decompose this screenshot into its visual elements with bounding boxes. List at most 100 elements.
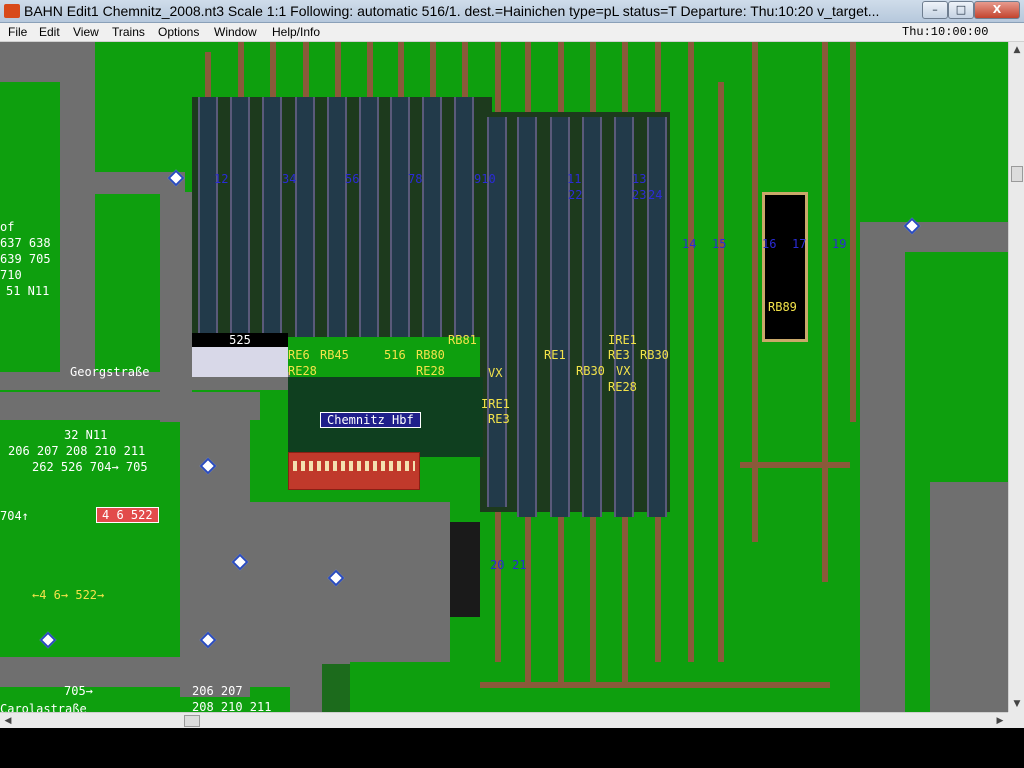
train-label-vx[interactable]: VX	[616, 364, 630, 378]
street-label-georgstrasse: Georgstraße	[70, 365, 150, 379]
menu-help-info[interactable]: Help/Info	[272, 25, 320, 39]
track-number: 34	[282, 172, 297, 186]
window-title-bar[interactable]: BAHN Edit1 Chemnitz_2008.nt3 Scale 1:1 F…	[0, 0, 1024, 23]
stop-icon[interactable]	[39, 631, 57, 649]
bus-lines-label: 51 N11	[6, 284, 50, 298]
track-number: 23	[632, 188, 647, 202]
track-number: 21	[512, 558, 527, 572]
bahn-app-icon	[4, 4, 20, 18]
platform	[198, 97, 218, 337]
platform	[582, 117, 602, 517]
road-segment	[0, 657, 290, 687]
train-label-rb80[interactable]: RB80	[416, 348, 445, 362]
maximize-button[interactable]: □	[948, 1, 974, 19]
scroll-up-icon[interactable]: ▲	[1009, 42, 1024, 58]
train-label-re28[interactable]: RE28	[416, 364, 445, 378]
track-number: 24	[648, 188, 663, 202]
track-number: 17	[792, 237, 807, 251]
scroll-right-icon[interactable]: ▶	[992, 713, 1008, 729]
track-number: 13	[632, 172, 647, 186]
vertical-scroll-thumb[interactable]	[1011, 166, 1023, 182]
menu-file[interactable]: File	[8, 25, 27, 39]
platform	[295, 97, 315, 337]
train-label-re1[interactable]: RE1	[544, 348, 566, 362]
track	[718, 82, 724, 662]
track-number: 56	[345, 172, 360, 186]
station-annex	[192, 347, 288, 377]
train-label-re28[interactable]: RE28	[608, 380, 637, 394]
track-number: 15	[712, 237, 727, 251]
minimize-button[interactable]: –	[922, 1, 948, 19]
track-number: 20	[490, 558, 505, 572]
scrollbar-corner	[1008, 712, 1024, 728]
track-number: 22	[568, 188, 583, 202]
scroll-left-icon[interactable]: ◀	[0, 713, 16, 729]
red-line-badge[interactable]: 4 6 522	[96, 507, 159, 523]
menu-window[interactable]: Window	[214, 25, 257, 39]
train-label-516[interactable]: 516	[384, 348, 406, 362]
bus-lines-label: 710	[0, 268, 22, 282]
platform	[614, 117, 634, 517]
simulation-clock: Thu:10:00:00	[902, 25, 989, 39]
depot-building	[450, 522, 480, 617]
tram-lines-label: 705→	[64, 684, 93, 698]
platform	[390, 97, 410, 337]
menu-edit[interactable]: Edit	[39, 25, 60, 39]
vertical-scrollbar[interactable]: ▲ ▼	[1008, 42, 1024, 712]
train-label-rb30[interactable]: RB30	[640, 348, 669, 362]
train-label-ire1[interactable]: IRE1	[481, 397, 510, 411]
road-segment	[240, 502, 450, 662]
bus-lines-label: 637 638	[0, 236, 51, 250]
train-label-rb81[interactable]: RB81	[448, 333, 477, 347]
train-label-re3[interactable]: RE3	[488, 412, 510, 426]
platform	[422, 97, 442, 337]
station-building	[288, 452, 420, 490]
bus-lines-label: 262 526 704→ 705	[32, 460, 148, 474]
platform	[262, 97, 282, 337]
road-segment	[860, 242, 905, 712]
platform-number-525: 525	[192, 333, 288, 347]
track-number: 16	[762, 237, 777, 251]
road-segment	[60, 42, 95, 372]
scroll-down-icon[interactable]: ▼	[1009, 696, 1024, 712]
road-segment	[930, 482, 1008, 712]
horizontal-scroll-thumb[interactable]	[184, 715, 200, 727]
menu-bar: File Edit View Trains Options Window Hel…	[0, 23, 1024, 42]
platform	[454, 97, 474, 337]
train-label-rb45[interactable]: RB45	[320, 348, 349, 362]
menu-trains[interactable]: Trains	[112, 25, 145, 39]
track	[822, 42, 828, 582]
train-label-rb30[interactable]: RB30	[576, 364, 605, 378]
street-label-carolastrasse: Carolastraße	[0, 702, 87, 712]
track	[740, 462, 850, 468]
platform	[327, 97, 347, 337]
train-label-re28[interactable]: RE28	[288, 364, 317, 378]
track-number: 78	[408, 172, 423, 186]
track-number: 14	[682, 237, 697, 251]
platform	[517, 117, 537, 517]
rb89-platform	[762, 192, 808, 342]
platform	[647, 117, 667, 517]
road-segment	[160, 192, 192, 422]
bus-lines-label: of	[0, 220, 15, 234]
bus-lines-label: 206 207	[192, 684, 243, 698]
menu-options[interactable]: Options	[158, 25, 199, 39]
bus-lines-label: 32 N11	[64, 428, 108, 442]
road-segment	[0, 392, 260, 420]
horizontal-scrollbar[interactable]: ◀ ▶	[0, 712, 1008, 728]
close-button[interactable]: X	[974, 1, 1020, 19]
train-label-rb89[interactable]: RB89	[768, 300, 797, 314]
tram-lines-label: ←4 6→ 522→	[32, 588, 105, 602]
bus-lines-label: 208 210 211	[192, 700, 272, 712]
train-label-vx[interactable]: VX	[488, 366, 502, 380]
railway-map-canvas[interactable]: 525 Chemnitz Hbf RB89 RE6 RB45 516 RB80 …	[0, 42, 1008, 712]
platform	[230, 97, 250, 337]
train-label-ire1[interactable]: IRE1	[608, 333, 637, 347]
track	[688, 42, 694, 662]
train-label-re3[interactable]: RE3	[608, 348, 630, 362]
station-name-badge[interactable]: Chemnitz Hbf	[320, 412, 421, 428]
bus-lines-label: 206 207 208 210 211	[8, 444, 146, 458]
track-number: 11	[567, 172, 582, 186]
train-label-re6[interactable]: RE6	[288, 348, 310, 362]
menu-view[interactable]: View	[73, 25, 99, 39]
